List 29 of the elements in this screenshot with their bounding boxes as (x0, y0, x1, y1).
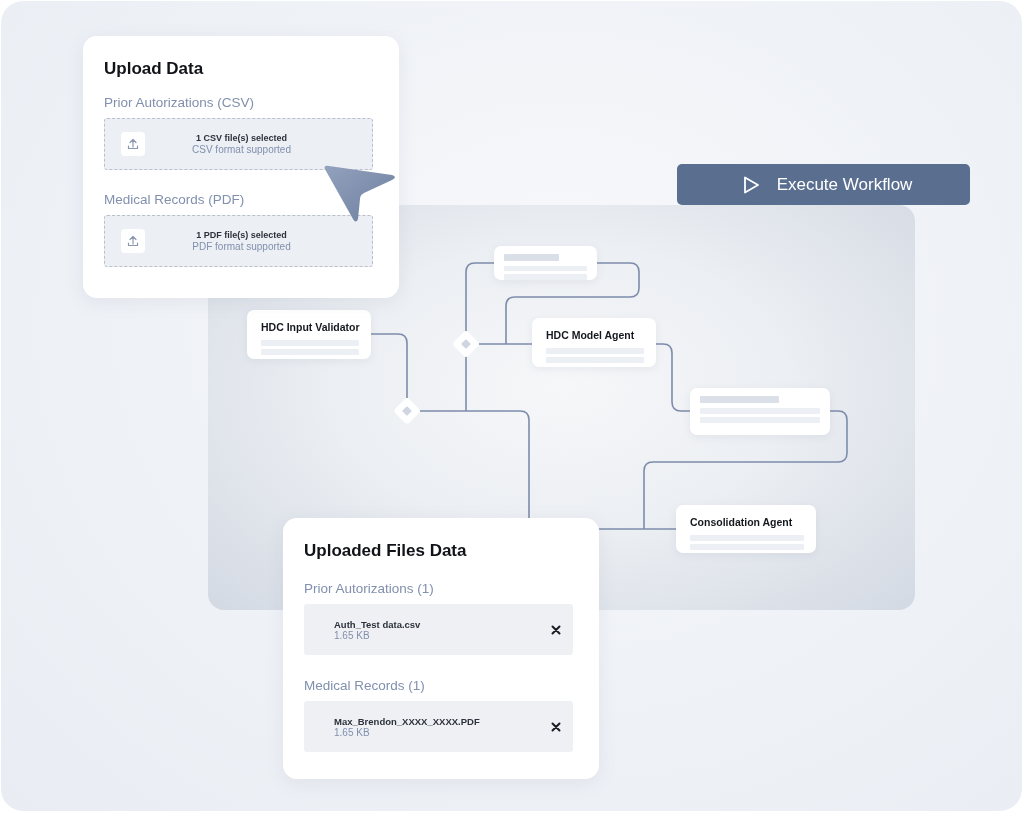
file-status: 1 PDF file(s) selected (196, 230, 287, 240)
card-title: Upload Data (104, 59, 205, 79)
section-label: Medical Records (PDF) (104, 192, 246, 207)
format-hint: PDF format supported (192, 241, 291, 252)
file-name: Max_Brendon_XXXX_XXXX.PDF (334, 715, 480, 727)
node-title: HDC Model Agent (546, 329, 636, 341)
file-size: 1.65 KB (334, 726, 371, 738)
upload-icon (121, 229, 145, 253)
node-title: Consolidation Agent (690, 516, 794, 528)
agent-node[interactable]: HDC Model Agent (532, 318, 656, 367)
section-label: Prior Autorizations (1) (304, 581, 435, 596)
file-size: 1.65 KB (334, 629, 371, 641)
file-name: Auth_Test data.csv (334, 618, 421, 630)
section-label: Prior Autorizations (CSV) (104, 95, 256, 110)
execute-workflow-button[interactable]: Execute Workflow (677, 164, 970, 205)
agent-node[interactable]: Consolidation Agent (676, 505, 816, 553)
section-label: Medical Records (1) (304, 678, 426, 693)
agent-node[interactable]: HDC Input Validator (247, 310, 371, 359)
file-dropzone[interactable]: 1 CSV file(s) selected CSV format supported (104, 118, 373, 170)
upload-icon (121, 132, 145, 156)
card-title: Uploaded Files Data (304, 541, 468, 561)
file-dropzone[interactable]: 1 PDF file(s) selected PDF format supported (104, 215, 373, 267)
format-hint: CSV format supported (192, 144, 291, 155)
connector-line (370, 333, 408, 399)
file-status: 1 CSV file(s) selected (195, 133, 287, 143)
node-title: HDC Input Validator (261, 321, 359, 333)
connector-line (465, 262, 495, 332)
close-icon[interactable] (551, 624, 561, 635)
close-icon[interactable] (551, 721, 561, 732)
